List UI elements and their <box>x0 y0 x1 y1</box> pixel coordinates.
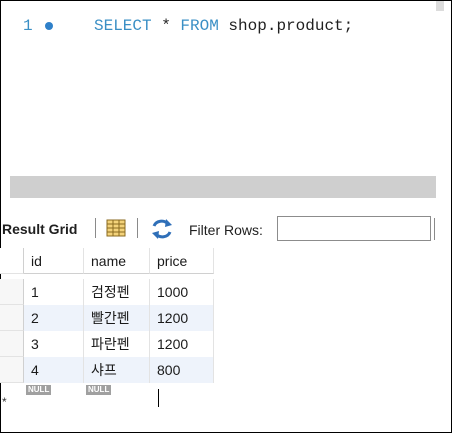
horizontal-scrollbar[interactable] <box>10 176 436 198</box>
code-star: * <box>151 17 181 35</box>
row-header[interactable] <box>0 305 24 331</box>
row-header[interactable] <box>0 357 24 383</box>
cell-id[interactable]: 4 <box>24 357 84 383</box>
toolbar-separator <box>95 218 96 238</box>
cell-name[interactable]: 샤프 <box>84 357 150 383</box>
cell-id[interactable]: 1 <box>24 279 84 305</box>
sql-editor[interactable]: 1 SELECT * FROM shop.product; <box>1 1 444 173</box>
result-toolbar: Result Grid Filter Rows: <box>0 209 450 247</box>
refresh-icon[interactable] <box>150 218 174 240</box>
table-row[interactable]: 1 검정펜 1000 <box>0 279 214 305</box>
cell-price[interactable]: 1000 <box>150 279 214 305</box>
new-row-marker: * <box>2 395 7 409</box>
toolbar-separator <box>137 218 138 238</box>
filter-rows-label: Filter Rows: <box>189 222 263 238</box>
column-header-name[interactable]: name <box>84 248 150 274</box>
line-number: 1 <box>23 17 33 35</box>
cell-price[interactable]: 1200 <box>150 331 214 357</box>
text-cursor <box>158 389 159 407</box>
code-table-ref: shop.product; <box>218 17 354 35</box>
result-grid-tab[interactable]: Result Grid <box>2 221 77 237</box>
row-header <box>0 248 24 274</box>
form-editor-icon[interactable] <box>106 219 126 237</box>
cell-name[interactable]: 검정펜 <box>84 279 150 305</box>
statement-marker-icon <box>45 22 53 30</box>
table-row[interactable]: 2 빨간펜 1200 <box>0 305 214 331</box>
toolbar-separator <box>434 218 435 240</box>
keyword-select: SELECT <box>94 17 152 35</box>
cell-id[interactable]: 2 <box>24 305 84 331</box>
header-row: id name price <box>0 248 214 274</box>
cell-price[interactable]: 1200 <box>150 305 214 331</box>
null-badge: NULL <box>26 385 52 395</box>
column-header-price[interactable]: price <box>150 248 214 274</box>
null-badge: NULL <box>86 385 112 395</box>
vertical-scrollbar[interactable] <box>436 1 444 11</box>
cell-id[interactable]: 3 <box>24 331 84 357</box>
sql-statement[interactable]: SELECT * FROM shop.product; <box>94 17 353 35</box>
row-header[interactable] <box>0 331 24 357</box>
cell-name[interactable]: 빨간펜 <box>84 305 150 331</box>
filter-rows-input[interactable] <box>277 216 431 241</box>
keyword-from: FROM <box>180 17 219 35</box>
cell-price[interactable]: 800 <box>150 357 214 383</box>
row-header[interactable] <box>0 279 24 305</box>
table-row[interactable]: 3 파란펜 1200 <box>0 331 214 357</box>
table-row[interactable]: 4 샤프 800 <box>0 357 214 383</box>
column-header-id[interactable]: id <box>24 248 84 274</box>
new-row[interactable]: * NULL NULL <box>0 383 214 409</box>
cell-name[interactable]: 파란펜 <box>84 331 150 357</box>
